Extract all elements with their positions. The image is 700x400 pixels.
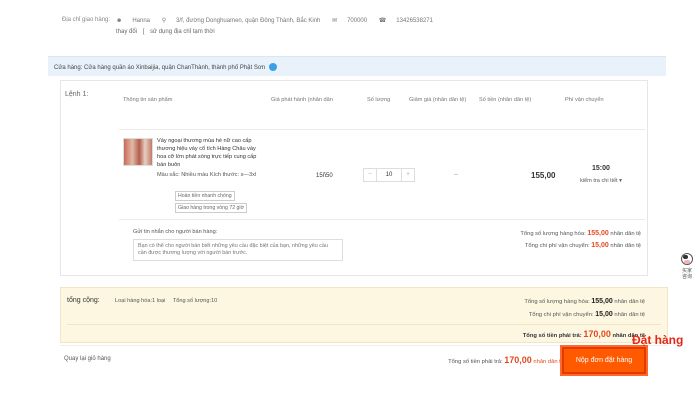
- phone-number: 13426538271: [396, 18, 433, 24]
- increment-button[interactable]: +: [402, 169, 414, 181]
- goods-total-label: Tổng số lượng hàng hóa:: [520, 231, 586, 237]
- col-discount: Giảm giá (nhân dân tệ): [409, 97, 467, 103]
- item-types: Loại hàng hóa:1 loại: [115, 298, 166, 304]
- row-divider: [119, 219, 645, 220]
- row-divider: [119, 129, 645, 130]
- quantity-stepper: − 10 +: [363, 168, 415, 182]
- currency-unit: nhân dân tệ: [614, 299, 645, 305]
- back-to-cart-link[interactable]: Quay lại giỏ hàng: [64, 356, 111, 362]
- checkout-bar: Quay lại giỏ hàng Tổng số tiền phải trả:…: [60, 345, 668, 376]
- order-block: Lệnh 1: Thông tin sản phẩm Giá phát hành…: [60, 80, 648, 276]
- seller-message-input[interactable]: [133, 239, 343, 261]
- address-line: ☻ Hanna ⚲ 3/f, đường Donghuamen, quận Đông…: [116, 17, 443, 24]
- street-address: 3/f, đường Donghuamen, quận Đông Thành, …: [176, 18, 321, 24]
- order-number: Lệnh 1:: [65, 91, 89, 98]
- change-address-link[interactable]: thay đổi: [116, 29, 137, 35]
- discount-value: --: [454, 172, 458, 178]
- line-amount: 155,00: [531, 171, 556, 180]
- unit-price: 15ñ50: [316, 173, 333, 179]
- grand-goods-value: 155,00: [591, 298, 613, 305]
- phone-icon: ☎: [378, 18, 387, 24]
- currency-unit: nhân dân tệ: [614, 312, 645, 318]
- submit-order-button[interactable]: Nộp đơn đặt hàng: [560, 345, 648, 376]
- quantity-input[interactable]: 10: [376, 169, 402, 181]
- shipping-total-label: Tổng chi phí vận chuyển:: [524, 243, 590, 249]
- seller-message-label: Gửi tin nhắn cho người bán hàng:: [133, 229, 218, 235]
- helper-line-2: 咨询: [681, 274, 692, 280]
- grand-shipping-total: Tổng chi phí vận chuyển: 15,00 nhân dân …: [529, 311, 645, 318]
- shipping-total-value: 15,00: [591, 242, 609, 249]
- decrement-button[interactable]: −: [364, 169, 376, 181]
- col-shipping: Phí vận chuyển: [565, 97, 604, 103]
- bar-pay-total: Tổng số tiền phải trả: 170,00 nhân dân t…: [448, 355, 564, 365]
- currency-unit: nhân dân tệ: [610, 243, 641, 249]
- recipient-name: Hanna: [132, 18, 151, 24]
- store-bar: Cửa hàng: Cửa hàng quần áo Xinbaijia, qu…: [48, 56, 666, 76]
- delivery-tag: Giao hàng trong vòng 72 giờ: [175, 203, 247, 213]
- grand-pay-label: Tổng số tiền phải trả:: [522, 333, 582, 339]
- grand-shipping-label: Tổng chi phí vận chuyển:: [528, 312, 594, 318]
- product-attributes: Màu sắc: Nhiều màu Kích thước: s—3xl: [157, 172, 257, 178]
- grand-pay-value: 170,00: [583, 329, 611, 339]
- total-divider: [67, 324, 661, 325]
- total-counts: Loại hàng hóa:1 loại Tổng số lượng:10: [115, 298, 223, 304]
- annotation-label: Đặt hàng: [632, 333, 684, 347]
- mail-icon: ✉: [332, 18, 338, 24]
- shipping-address-section: Địa chỉ giao hàng: ☻ Hanna ⚲ 3/f, đường Do…: [40, 0, 628, 48]
- currency-unit: nhân dân tệ: [610, 231, 641, 237]
- shipping-detail-link[interactable]: kiểm tra chi tiết ▾: [580, 178, 622, 184]
- grand-goods-label: Tổng số lượng hàng hóa:: [524, 299, 590, 305]
- grand-pay-total: Tổng số tiền phải trả: 170,00 nhân dân t…: [523, 329, 645, 339]
- product-name[interactable]: Váy ngoại thương mùa hè nữ cao cấp thươn…: [157, 137, 263, 169]
- cow-mascot-icon: [678, 250, 696, 268]
- store-name[interactable]: Cửa hàng: Cửa hàng quần áo Xinbaijia, qu…: [54, 65, 265, 71]
- address-actions: thay đổi [ sử dụng địa chỉ tạm thời: [116, 29, 219, 35]
- table-header: Thông tin sản phẩm Giá phát hành (nhân d…: [119, 97, 645, 111]
- currency-unit: nhân dân tệ: [533, 359, 564, 365]
- grand-total-section: tổng cộng: Loại hàng hóa:1 loại Tổng số …: [60, 287, 668, 343]
- col-amount: Số tiền (nhân dân tệ): [479, 97, 532, 103]
- grand-goods-total: Tổng số lượng hàng hóa: 155,00 nhân dân …: [524, 298, 645, 305]
- refund-tag: Hoàn tiền nhanh chóng: [175, 191, 235, 201]
- order-shipping-total: Tổng chi phí vận chuyển: 15,00 nhân dân …: [525, 242, 641, 249]
- shipping-fee: 15:00: [592, 165, 610, 172]
- order-goods-total: Tổng số lượng hàng hóa: 155,00 nhân dân …: [520, 230, 641, 237]
- address-label: Địa chỉ giao hàng:: [62, 17, 111, 23]
- total-label: tổng cộng:: [67, 297, 100, 304]
- store-info: Cửa hàng: Cửa hàng quần áo Xinbaijia, qu…: [54, 63, 278, 71]
- col-quantity: Số lượng: [367, 97, 391, 103]
- user-icon: ☻: [116, 18, 123, 24]
- zip-code: 700000: [347, 18, 368, 24]
- temp-address-link[interactable]: sử dụng địa chỉ tạm thời: [150, 29, 215, 35]
- bar-pay-value: 170,00: [504, 355, 532, 365]
- location-icon: ⚲: [161, 18, 167, 24]
- buyer-consult-widget[interactable]: 买家 咨询: [676, 250, 698, 280]
- bar-pay-label: Tổng số tiền phải trả:: [448, 359, 503, 365]
- col-product-info: Thông tin sản phẩm: [123, 97, 173, 103]
- product-thumbnail[interactable]: [123, 138, 153, 166]
- goods-total-value: 155,00: [587, 230, 609, 237]
- col-price: Giá phát hành (nhân dân: [271, 97, 333, 103]
- bracket: [: [142, 29, 145, 35]
- chat-icon[interactable]: [269, 63, 278, 71]
- grand-shipping-value: 15,00: [595, 311, 613, 318]
- item-count: Tổng số lượng:10: [172, 298, 218, 304]
- checkout-page: Địa chỉ giao hàng: ☻ Hanna ⚲ 3/f, đường Do…: [40, 0, 668, 400]
